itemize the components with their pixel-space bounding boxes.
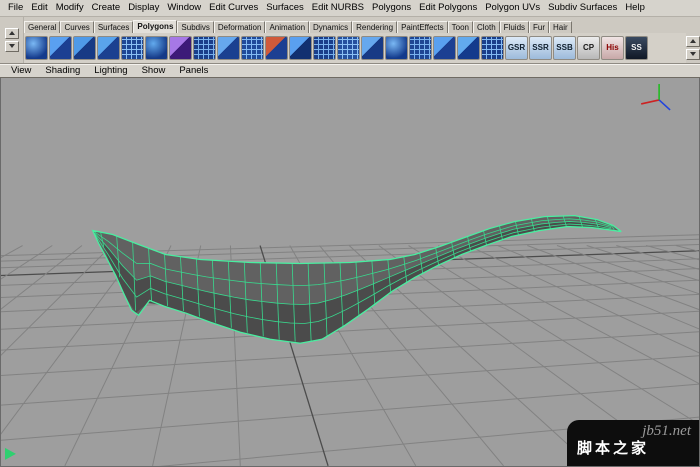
menu-item-help[interactable]: Help <box>621 1 649 14</box>
create-polygon-tool-icon[interactable] <box>193 36 216 60</box>
panel-menu-item-view[interactable]: View <box>4 65 38 76</box>
shelf-tab-switcher <box>0 17 24 63</box>
shelf-tab-dropdown-button[interactable] <box>5 41 19 52</box>
menu-item-subdiv-surfaces[interactable]: Subdiv Surfaces <box>544 1 621 14</box>
menu-item-create[interactable]: Create <box>88 1 125 14</box>
menu-item-surfaces[interactable]: Surfaces <box>262 1 308 14</box>
extrude-edge-icon[interactable] <box>313 36 336 60</box>
panel-menu-item-show[interactable]: Show <box>135 65 173 76</box>
shelf-tab-painteffects[interactable]: PaintEffects <box>397 21 448 33</box>
watermark: jb51.net 脚本之家 <box>567 420 699 466</box>
smooth-proxy-icon[interactable] <box>169 36 192 60</box>
shelf-tab-toon[interactable]: Toon <box>448 21 473 33</box>
panel-menu-item-lighting[interactable]: Lighting <box>87 65 134 76</box>
watermark-site: jb51.net <box>577 423 691 440</box>
shelf-scroll-up-button[interactable] <box>686 36 700 47</box>
gsr-button-label: GSR <box>508 43 525 52</box>
panel-menu-item-panels[interactable]: Panels <box>172 65 215 76</box>
poly-cube-icon[interactable] <box>49 36 72 60</box>
boolean-union-icon[interactable] <box>265 36 288 60</box>
ss-button[interactable]: SS <box>625 36 648 60</box>
shelf-tab-fluids[interactable]: Fluids <box>500 21 529 33</box>
shelf-tab-surfaces[interactable]: Surfaces <box>94 21 134 33</box>
shelf-tab-animation[interactable]: Animation <box>265 21 309 33</box>
cp-button-label: CP <box>583 43 594 52</box>
shelf-tab-deformation[interactable]: Deformation <box>214 21 266 33</box>
ssb-button-label: SSB <box>556 43 572 52</box>
main-menubar: File Edit Modify Create Display Window Edit Cu… <box>0 0 700 17</box>
ssr-button-label: SSR <box>532 43 548 52</box>
watermark-name: 脚本之家 <box>577 440 691 458</box>
up-arrow-icon <box>9 31 15 35</box>
menu-item-polygon-uvs[interactable]: Polygon UVs <box>481 1 544 14</box>
poly-torus-icon[interactable] <box>145 36 168 60</box>
viewport-canvas[interactable] <box>1 78 699 466</box>
menu-item-display[interactable]: Display <box>124 1 163 14</box>
scroll-up-icon <box>690 39 696 43</box>
merge-vertices-icon[interactable] <box>433 36 456 60</box>
shelf-tab-curves[interactable]: Curves <box>60 21 93 33</box>
shelf-tab-hair[interactable]: Hair <box>549 21 572 33</box>
his-button-label: His <box>606 43 618 52</box>
poly-plane-icon[interactable] <box>121 36 144 60</box>
append-polygon-icon[interactable] <box>217 36 240 60</box>
panel-menubar: View Shading Lighting Show Panels <box>0 64 700 79</box>
shelf-tab-fur[interactable]: Fur <box>529 21 549 33</box>
menu-item-edit-nurbs[interactable]: Edit NURBS <box>308 1 368 14</box>
gsr-button[interactable]: GSR <box>505 36 528 60</box>
shelf-tab-rendering[interactable]: Rendering <box>352 21 397 33</box>
subdivide-icon[interactable] <box>409 36 432 60</box>
shelf-tab-subdivs[interactable]: Subdivs <box>177 21 213 33</box>
perspective-viewport[interactable]: jb51.net 脚本之家 <box>0 78 700 467</box>
ss-button-label: SS <box>631 43 642 52</box>
menu-item-polygons[interactable]: Polygons <box>368 1 415 14</box>
his-button[interactable]: His <box>601 36 624 60</box>
menu-item-window[interactable]: Window <box>163 1 205 14</box>
down-arrow-icon <box>9 44 15 48</box>
shelf-tab-cloth[interactable]: Cloth <box>473 21 500 33</box>
maya-window: File Edit Modify Create Display Window Edit Cu… <box>0 0 700 467</box>
shelf-tab-menu-button[interactable] <box>5 28 19 39</box>
menu-item-edit-polygons[interactable]: Edit Polygons <box>415 1 481 14</box>
shelf-scroll <box>686 33 700 63</box>
split-polygon-tool-icon[interactable] <box>337 36 360 60</box>
poly-cone-icon[interactable] <box>97 36 120 60</box>
bevel-icon[interactable] <box>457 36 480 60</box>
menu-item-file[interactable]: File <box>4 1 27 14</box>
cp-button[interactable]: CP <box>577 36 600 60</box>
cut-faces-icon[interactable] <box>361 36 384 60</box>
poly-cylinder-icon[interactable] <box>73 36 96 60</box>
panel-menu-item-shading[interactable]: Shading <box>38 65 87 76</box>
poly-sphere-icon[interactable] <box>25 36 48 60</box>
shelf-block: General Curves Surfaces Polygons Subdivs Defo… <box>0 17 700 64</box>
shelf-tabrow: General Curves Surfaces Polygons Subdivs Defo… <box>24 17 686 33</box>
extrude-face-icon[interactable] <box>289 36 312 60</box>
scroll-down-icon <box>690 52 696 56</box>
shelf-tab-dynamics[interactable]: Dynamics <box>309 21 352 33</box>
smooth-icon[interactable] <box>385 36 408 60</box>
mirror-geometry-icon[interactable] <box>481 36 504 60</box>
menu-item-edit[interactable]: Edit <box>27 1 51 14</box>
menu-item-modify[interactable]: Modify <box>52 1 88 14</box>
ssr-button[interactable]: SSR <box>529 36 552 60</box>
combine-icon[interactable] <box>241 36 264 60</box>
menu-item-edit-curves[interactable]: Edit Curves <box>205 1 262 14</box>
shelf: GSR SSR SSB CP His SS <box>24 33 686 63</box>
ssb-button[interactable]: SSB <box>553 36 576 60</box>
shelf-tab-polygons[interactable]: Polygons <box>133 20 177 33</box>
shelf-tab-general[interactable]: General <box>24 21 60 33</box>
shelf-scroll-down-button[interactable] <box>686 49 700 60</box>
